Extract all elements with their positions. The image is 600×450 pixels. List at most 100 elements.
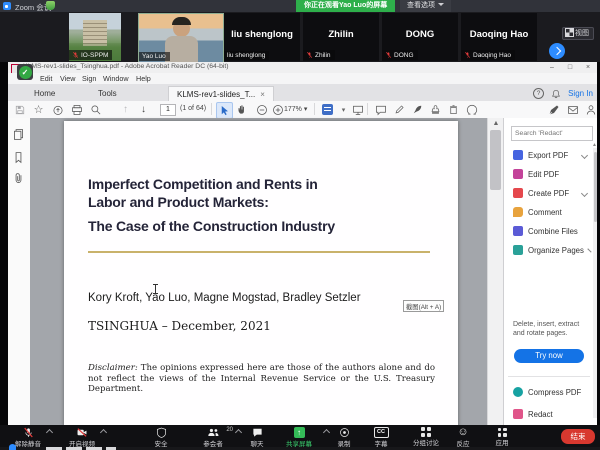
mic-off-icon	[23, 427, 34, 438]
participant-tile-daoqing-hao[interactable]: Daoqing Hao Daoqing Hao	[461, 13, 537, 61]
tool-comment[interactable]: Comment	[513, 205, 593, 219]
acrobat-window-title: KLMS-rev1-slides_Tsinghua.pdf - Adobe Ac…	[23, 63, 229, 70]
zoom-level-dropdown[interactable]: 177% ▾	[284, 105, 307, 113]
security-button[interactable]: 安全	[133, 426, 189, 447]
sign-in-button[interactable]: Sign In	[568, 89, 593, 98]
try-now-button[interactable]: Try now	[514, 349, 584, 363]
tool-compress-pdf[interactable]: Compress PDF	[513, 385, 593, 399]
maximize-button[interactable]: □	[561, 62, 579, 73]
zoom-out-icon[interactable]	[254, 102, 269, 117]
search-icon[interactable]	[88, 102, 103, 117]
next-participants-button[interactable]	[549, 43, 565, 59]
tool-label: Redact	[528, 410, 553, 419]
tool-create-pdf[interactable]: Create PDF	[513, 186, 593, 200]
scrollbar-thumb[interactable]	[490, 130, 501, 190]
apps-button[interactable]: 应用	[474, 426, 530, 447]
participant-tile-yao-luo[interactable]: Yao Luo	[138, 13, 224, 63]
person-body	[165, 36, 198, 62]
chevron-down-icon	[581, 151, 588, 158]
close-tab-icon[interactable]: ×	[260, 90, 265, 99]
comment-icon	[513, 207, 523, 217]
tool-export-pdf[interactable]: Export PDF	[513, 148, 593, 162]
participant-tile-io-sppm[interactable]: IO-SPPM	[69, 13, 121, 61]
presentation-icon[interactable]	[350, 102, 365, 117]
close-button[interactable]: ×	[579, 62, 597, 73]
send-track-icon[interactable]	[464, 102, 479, 117]
shield-icon	[156, 427, 167, 438]
help-icon[interactable]: ?	[533, 88, 544, 99]
security-check-badge-icon: ✓	[17, 64, 33, 80]
person-hair	[172, 17, 191, 25]
menu-help[interactable]: Help	[136, 73, 151, 84]
participant-display-name: liu shenglong	[224, 29, 300, 40]
screenshot-shortcut-tooltip: 截图(Alt + A)	[403, 300, 444, 312]
comment-icon[interactable]	[373, 102, 388, 117]
acrobat-toolbar: ☆ ↑ ↓ (1 of 64) 177% ▾ ▾	[8, 101, 597, 119]
signature-quill-icon[interactable]	[410, 102, 425, 117]
menu-view[interactable]: View	[60, 73, 75, 84]
page-display-icon[interactable]	[320, 102, 335, 117]
menu-edit[interactable]: Edit	[40, 73, 52, 84]
tool-edit-pdf[interactable]: Edit PDF	[513, 167, 593, 181]
start-video-button[interactable]: 开启视频	[54, 426, 110, 447]
hand-tool-icon[interactable]	[235, 102, 250, 117]
document-scrollbar[interactable]: ▲	[487, 118, 504, 427]
participant-tile-liu-shenglong[interactable]: liu shenglong liu shenglong	[224, 13, 300, 61]
scroll-up-icon[interactable]: ▲	[488, 118, 504, 129]
save-icon[interactable]	[12, 102, 27, 117]
participant-name-text: Zhilin	[315, 52, 331, 59]
stamp-icon[interactable]	[428, 102, 443, 117]
view-options-label: 查看选项	[407, 2, 435, 9]
tools-search-input[interactable]	[511, 126, 593, 141]
desktop-edge-left	[0, 62, 8, 425]
zoom-in-icon[interactable]	[270, 102, 285, 117]
view-options-button[interactable]: 查看选项	[400, 0, 451, 12]
user-account-icon[interactable]	[583, 102, 597, 117]
bell-icon[interactable]	[551, 89, 561, 99]
participant-tile-dong[interactable]: DONG DONG	[382, 13, 458, 61]
menu-window[interactable]: Window	[103, 73, 129, 84]
organize-pages-description: Delete, insert, extract and rotate pages…	[513, 321, 585, 338]
participant-display-name: Zhilin	[303, 29, 379, 40]
page-number-input[interactable]	[160, 104, 176, 116]
participant-display-name: Daoqing Hao	[461, 29, 537, 40]
end-meeting-button[interactable]: 结束	[561, 429, 595, 444]
print-icon[interactable]	[69, 102, 84, 117]
next-page-icon[interactable]: ↓	[136, 102, 151, 117]
compress-pdf-icon	[513, 387, 523, 397]
unmute-button[interactable]: 解除静音	[0, 426, 56, 447]
tool-organize-pages[interactable]: Organize Pages	[513, 243, 593, 257]
bookmarks-icon[interactable]	[12, 151, 26, 165]
tab-document[interactable]: KLMS-rev1-slides_T...×	[168, 86, 274, 102]
tab-tools[interactable]: Tools	[90, 86, 125, 101]
gallery-view-button[interactable]: 视图	[562, 27, 594, 40]
menu-sign[interactable]: Sign	[82, 73, 96, 84]
envelope-icon[interactable]	[565, 102, 580, 117]
chevron-up-icon[interactable]	[46, 429, 53, 436]
participant-name-label: Daoqing Hao	[461, 50, 515, 60]
acrobat-window: KLMS-rev1-slides_Tsinghua.pdf - Adobe Ac…	[8, 62, 597, 427]
star-favorites-icon[interactable]: ☆	[31, 102, 46, 117]
slide-page: Imperfect Competition and Rents in Labor…	[64, 121, 458, 427]
previous-page-icon[interactable]: ↑	[118, 102, 133, 117]
slide-divider-rule	[88, 251, 430, 253]
share-upload-icon[interactable]	[50, 102, 65, 117]
participant-tile-zhilin[interactable]: Zhilin Zhilin	[303, 13, 379, 61]
tool-label: Combine Files	[528, 227, 578, 236]
pencil-icon[interactable]	[392, 102, 407, 117]
attachments-paperclip-icon[interactable]	[12, 172, 26, 186]
tool-redact[interactable]: Redact	[513, 407, 593, 421]
tab-home[interactable]: Home	[26, 86, 63, 101]
chevron-down-icon[interactable]: ▾	[336, 102, 351, 117]
trash-icon[interactable]	[446, 102, 461, 117]
chevron-down-icon	[581, 189, 588, 196]
chevron-up-icon[interactable]	[100, 429, 107, 436]
left-navigation-rail	[8, 118, 31, 427]
tool-combine-files[interactable]: Combine Files	[513, 224, 593, 238]
fill-sign-pen-icon[interactable]	[546, 102, 561, 117]
muted-mic-icon	[385, 51, 392, 59]
page-thumbnails-icon[interactable]	[12, 128, 26, 142]
muted-mic-icon	[306, 51, 313, 59]
select-tool-icon[interactable]	[216, 102, 233, 119]
minimize-button[interactable]: –	[543, 62, 561, 73]
